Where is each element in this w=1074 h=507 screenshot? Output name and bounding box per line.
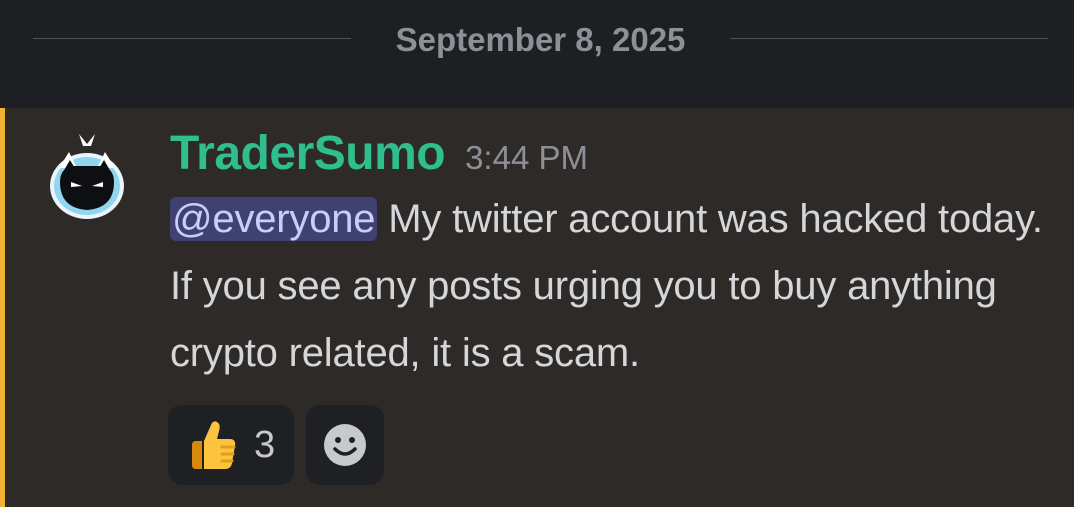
chat-frame: September 8, 2025 TraderSumo 3:44 PM @ev… — [0, 0, 1074, 507]
date-divider: September 8, 2025 — [0, 0, 1074, 108]
date-divider-label: September 8, 2025 — [395, 21, 686, 58]
author-username[interactable]: TraderSumo — [170, 127, 446, 180]
ninja-cat-avatar-icon — [50, 134, 124, 219]
add-reaction-button[interactable] — [306, 405, 384, 485]
everyone-mention[interactable]: @everyone — [170, 197, 378, 241]
thumbs-up-icon — [192, 421, 236, 469]
thumbs-up-reaction-button[interactable]: 3 — [168, 405, 294, 485]
reactions-bar: 3 — [168, 405, 384, 485]
message-timestamp[interactable]: 3:44 PM — [465, 139, 588, 176]
avatar[interactable] — [47, 130, 127, 222]
mention-highlight-bar — [0, 108, 5, 507]
add-reaction-icon — [324, 424, 366, 466]
reaction-count: 3 — [254, 424, 276, 466]
divider-line-left — [33, 38, 351, 39]
message-content: @everyone My twitter account was hacked … — [170, 186, 1050, 387]
message-item[interactable]: TraderSumo 3:44 PM @everyone My twitter a… — [0, 108, 1074, 507]
message-header: TraderSumo 3:44 PM — [170, 124, 588, 184]
divider-line-right — [730, 38, 1048, 39]
